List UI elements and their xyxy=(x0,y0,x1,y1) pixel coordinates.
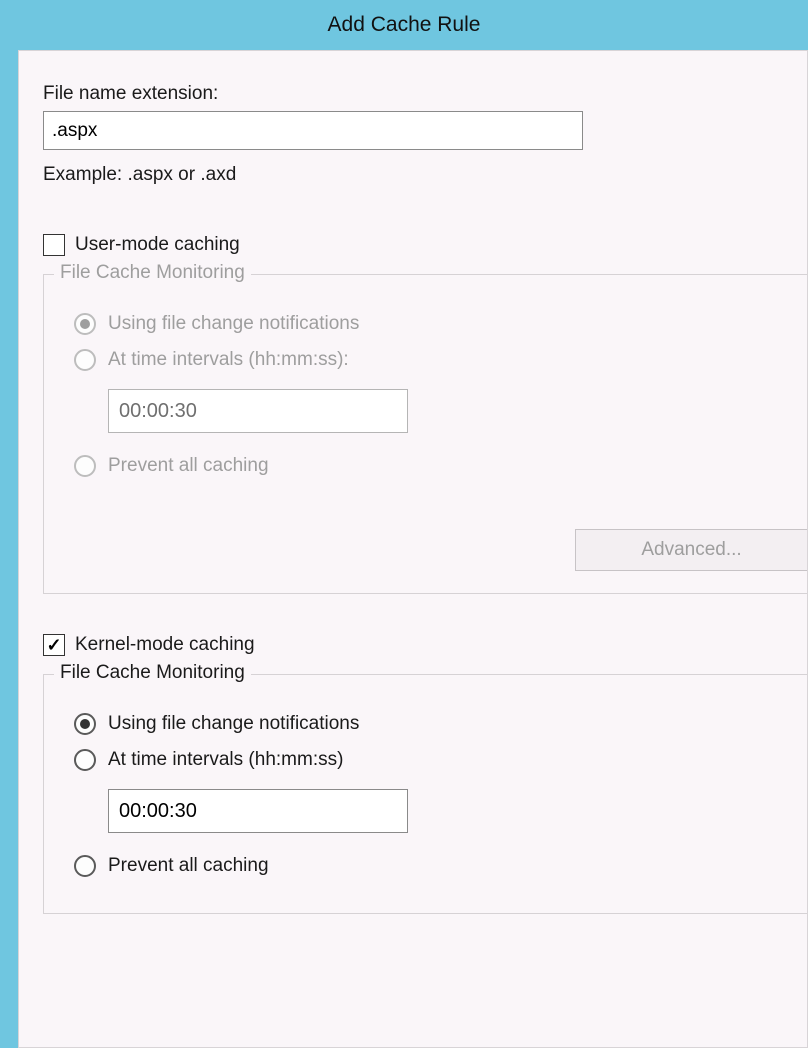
user-mode-radio-prevent-label: Prevent all caching xyxy=(108,455,269,477)
user-mode-checkbox-row[interactable]: User-mode caching xyxy=(43,234,807,256)
user-mode-checkbox-label: User-mode caching xyxy=(75,234,240,256)
user-mode-radio-notifications xyxy=(74,313,96,335)
kernel-mode-radio-notifications[interactable] xyxy=(74,713,96,735)
user-mode-interval-input xyxy=(108,389,408,433)
advanced-button-label: Advanced... xyxy=(641,539,741,560)
kernel-mode-checkbox[interactable] xyxy=(43,634,65,656)
advanced-button: Advanced... xyxy=(575,529,807,571)
kernel-mode-checkbox-label: Kernel-mode caching xyxy=(75,634,255,656)
dialog-body: File name extension: Example: .aspx or .… xyxy=(18,50,808,1048)
kernel-mode-radio-interval-label: At time intervals (hh:mm:ss) xyxy=(108,749,343,771)
kernel-mode-radio-interval-row[interactable]: At time intervals (hh:mm:ss) xyxy=(74,749,807,771)
user-mode-radio-interval-label: At time intervals (hh:mm:ss): xyxy=(108,349,349,371)
dialog-title-text: Add Cache Rule xyxy=(328,13,481,37)
extension-input[interactable] xyxy=(43,111,583,150)
kernel-mode-checkbox-row[interactable]: Kernel-mode caching xyxy=(43,634,807,656)
kernel-mode-radio-prevent-row[interactable]: Prevent all caching xyxy=(74,855,807,877)
user-mode-checkbox[interactable] xyxy=(43,234,65,256)
user-mode-radio-notifications-label: Using file change notifications xyxy=(108,313,359,335)
user-mode-radio-notifications-row: Using file change notifications xyxy=(74,313,807,335)
user-mode-radio-interval xyxy=(74,349,96,371)
kernel-mode-interval-input[interactable] xyxy=(108,789,408,833)
kernel-mode-radio-notifications-row[interactable]: Using file change notifications xyxy=(74,713,807,735)
dialog-title: Add Cache Rule xyxy=(0,0,808,50)
extension-label: File name extension: xyxy=(43,83,807,105)
kernel-mode-group-title: File Cache Monitoring xyxy=(54,662,251,684)
kernel-mode-radio-prevent[interactable] xyxy=(74,855,96,877)
kernel-mode-radio-prevent-label: Prevent all caching xyxy=(108,855,269,877)
user-mode-group: File Cache Monitoring Using file change … xyxy=(43,274,807,594)
extension-example: Example: .aspx or .axd xyxy=(43,164,807,186)
user-mode-radio-interval-row: At time intervals (hh:mm:ss): xyxy=(74,349,807,371)
user-mode-group-title: File Cache Monitoring xyxy=(54,262,251,284)
kernel-mode-radio-notifications-label: Using file change notifications xyxy=(108,713,359,735)
kernel-mode-group: File Cache Monitoring Using file change … xyxy=(43,674,807,914)
user-mode-radio-prevent-row: Prevent all caching xyxy=(74,455,807,477)
kernel-mode-radio-interval[interactable] xyxy=(74,749,96,771)
user-mode-radio-prevent xyxy=(74,455,96,477)
